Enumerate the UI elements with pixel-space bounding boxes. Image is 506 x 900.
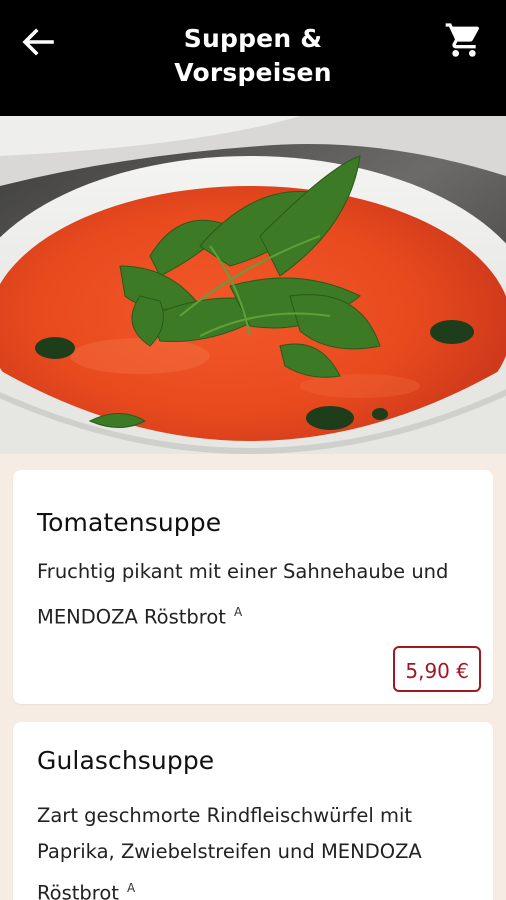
- menu-item-name: Gulaschsuppe: [37, 746, 215, 775]
- add-to-cart-price-button[interactable]: 5,90 €: [393, 646, 481, 692]
- menu-item-description: Fruchtig pikant mit einer Sahnehaube und…: [37, 552, 467, 638]
- cart-button[interactable]: [444, 20, 484, 60]
- category-hero-image: [0, 116, 506, 454]
- menu-item-description-text: Zart geschmorte Rindfleischwürfel mit Pa…: [37, 804, 422, 900]
- menu-item-card[interactable]: Tomatensuppe Fruchtig pikant mit einer S…: [13, 470, 493, 704]
- allergen-marker: A: [126, 881, 136, 895]
- page-title-line-1: Suppen &: [183, 24, 323, 53]
- menu-item-description: Zart geschmorte Rindfleischwürfel mit Pa…: [37, 798, 467, 900]
- menu-item-list: Tomatensuppe Fruchtig pikant mit einer S…: [0, 454, 506, 900]
- top-app-bar: Suppen & Vorspeisen: [0, 0, 506, 116]
- allergen-marker: A: [233, 605, 243, 619]
- arrow-left-icon: [22, 28, 54, 56]
- shopping-cart-icon: [445, 23, 480, 57]
- back-button[interactable]: [18, 22, 58, 62]
- menu-item-name: Tomatensuppe: [37, 508, 222, 537]
- page-title-line-2: Vorspeisen: [174, 58, 332, 87]
- menu-item-card[interactable]: Gulaschsuppe Zart geschmorte Rindfleisch…: [13, 722, 493, 900]
- page-title: Suppen & Vorspeisen: [100, 22, 406, 90]
- app: Suppen & Vorspeisen Tomatensuppe Fruchti…: [0, 0, 506, 900]
- soup-photo: [0, 116, 506, 454]
- menu-item-description-text: Fruchtig pikant mit einer Sahnehaube und…: [37, 560, 449, 629]
